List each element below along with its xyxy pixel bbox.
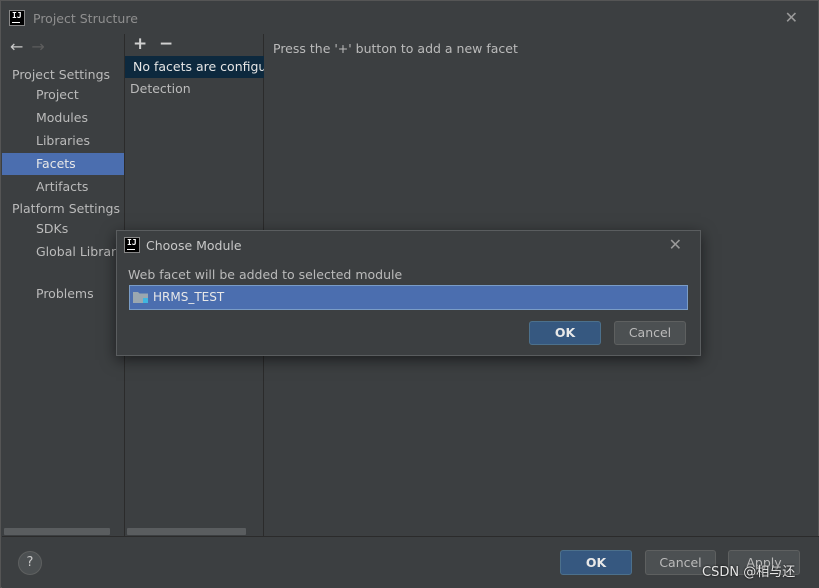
sidebar-item-facets[interactable]: Facets: [2, 153, 124, 175]
sidebar-item-global-libraries[interactable]: Global Libraries: [2, 241, 124, 263]
sidebar-item-modules[interactable]: Modules: [2, 107, 124, 129]
close-icon[interactable]: ✕: [785, 8, 798, 27]
close-icon[interactable]: ✕: [669, 235, 682, 254]
ok-button[interactable]: OK: [560, 550, 632, 575]
sidebar-scrollbar[interactable]: [4, 528, 110, 535]
sidebar-item-problems[interactable]: Problems: [2, 283, 124, 305]
module-list: HRMS_TEST: [129, 285, 688, 310]
project-settings-heading: Project Settings: [12, 67, 111, 82]
modal-message: Web facet will be added to selected modu…: [128, 267, 403, 282]
choose-module-dialog: IJ Choose Module ✕ Web facet will be add…: [116, 230, 701, 356]
dialog-footer: ? OK Cancel Apply: [2, 536, 819, 588]
title-bar: IJ Project Structure ✕: [1, 1, 818, 34]
help-button[interactable]: ?: [18, 551, 42, 575]
list-item[interactable]: HRMS_TEST: [130, 286, 687, 309]
forward-arrow-icon[interactable]: →: [31, 37, 44, 56]
detection-item[interactable]: Detection: [130, 81, 191, 96]
module-label: HRMS_TEST: [153, 290, 225, 304]
modal-title: Choose Module: [146, 238, 242, 253]
remove-facet-button[interactable]: −: [159, 34, 173, 54]
add-facet-hint: Press the '+' button to add a new facet: [273, 41, 518, 56]
modal-ok-button[interactable]: OK: [529, 321, 601, 345]
settings-sidebar: ← → Project Settings Project Modules Libr…: [2, 34, 125, 536]
intellij-logo-icon: IJ: [9, 10, 25, 26]
sidebar-item-libraries[interactable]: Libraries: [2, 130, 124, 152]
sidebar-item-sdks[interactable]: SDKs: [2, 218, 124, 240]
modal-cancel-button[interactable]: Cancel: [614, 321, 686, 345]
facets-empty-row[interactable]: No facets are configured: [125, 56, 264, 78]
watermark: CSDN @相与还: [702, 565, 796, 580]
facets-scrollbar[interactable]: [127, 528, 246, 535]
window-title: Project Structure: [33, 11, 138, 26]
intellij-logo-icon: IJ: [124, 237, 140, 253]
nav-arrows: ← →: [10, 37, 45, 56]
platform-settings-heading: Platform Settings: [12, 201, 120, 216]
sidebar-item-artifacts[interactable]: Artifacts: [2, 176, 124, 198]
module-folder-icon: [133, 292, 148, 303]
sidebar-item-project[interactable]: Project: [2, 84, 124, 106]
add-facet-button[interactable]: +: [133, 34, 147, 54]
back-arrow-icon[interactable]: ←: [10, 37, 23, 56]
